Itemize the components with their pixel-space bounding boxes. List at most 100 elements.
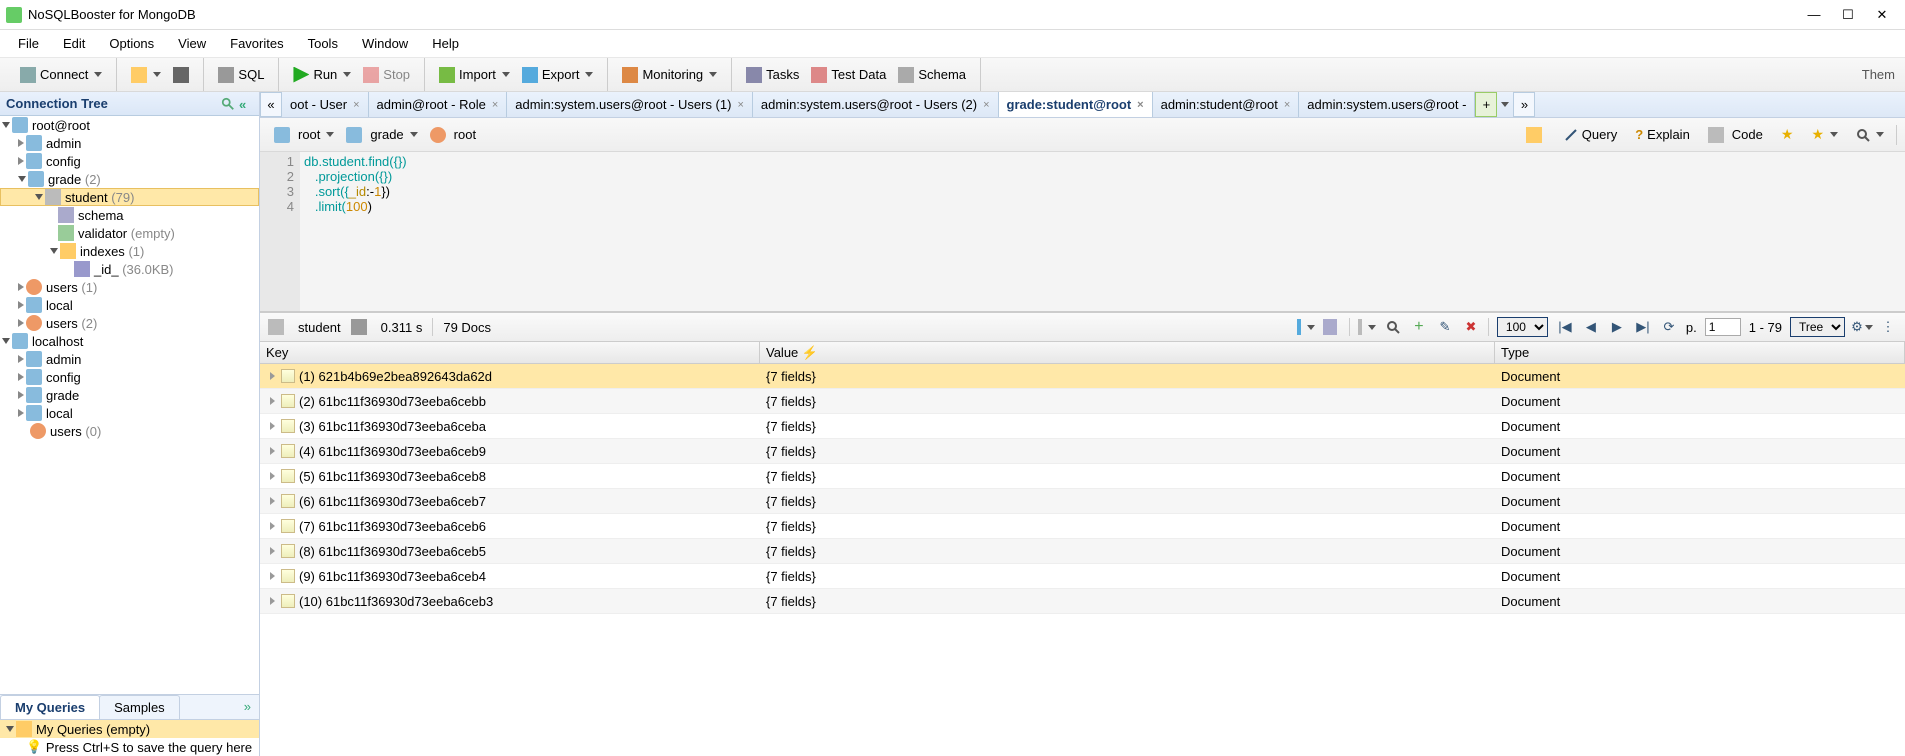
history-button[interactable] (1850, 125, 1890, 145)
filter-icon[interactable]: ⚡ (802, 345, 818, 360)
add-doc-button[interactable]: + (1410, 318, 1428, 336)
doc-tab[interactable]: admin:student@root× (1153, 92, 1300, 117)
tree-node-indexes[interactable]: indexes (1) (0, 242, 259, 260)
table-row[interactable]: (6) 61bc11f36930d73eeba6ceb7 {7 fields} … (260, 489, 1905, 514)
tree-node-localhost[interactable]: localhost (0, 332, 259, 350)
testdata-button[interactable]: Test Data (805, 64, 892, 86)
col-type[interactable]: Type (1495, 342, 1905, 363)
expand-icon[interactable] (270, 472, 275, 480)
sql-button[interactable]: SQL (212, 64, 270, 86)
stop-button[interactable]: Stop (357, 64, 416, 86)
tab-close-icon[interactable]: × (1284, 99, 1290, 111)
snippet-button[interactable] (1520, 124, 1552, 146)
expand-icon[interactable] (270, 522, 275, 530)
doc-tab[interactable]: admin:system.users@root - (1299, 92, 1475, 117)
expand-icon[interactable] (270, 547, 275, 555)
tab-samples[interactable]: Samples (99, 695, 180, 719)
col-key[interactable]: Key (260, 342, 760, 363)
expand-icon[interactable] (270, 447, 275, 455)
menu-help[interactable]: Help (420, 33, 471, 54)
mode-select[interactable]: Tree (1790, 317, 1845, 337)
code-button[interactable]: Code (1702, 124, 1769, 146)
delete-doc-button[interactable]: ✖ (1462, 318, 1480, 336)
tree-node-schema[interactable]: schema (0, 206, 259, 224)
expand-icon[interactable] (270, 572, 275, 580)
col-value[interactable]: Value ⚡ (760, 342, 1495, 363)
doc-tab[interactable]: admin@root - Role× (369, 92, 508, 117)
menu-tools[interactable]: Tools (296, 33, 350, 54)
tab-close-icon[interactable]: × (737, 99, 743, 111)
database-selector[interactable]: grade (340, 124, 423, 146)
close-button[interactable]: ✕ (1875, 8, 1889, 22)
tree-node-lh-admin[interactable]: admin (0, 350, 259, 368)
tree-node-config[interactable]: config (0, 152, 259, 170)
menu-options[interactable]: Options (97, 33, 166, 54)
more-button[interactable]: ⋮ (1879, 318, 1897, 336)
doc-tab[interactable]: admin:system.users@root - Users (2)× (753, 92, 999, 117)
tree-node-root-conn[interactable]: root@root (0, 116, 259, 134)
connection-selector[interactable]: root (268, 124, 340, 146)
schema-result-button[interactable] (1323, 318, 1341, 336)
expand-icon[interactable] (270, 597, 275, 605)
tree-node-student[interactable]: student (79) (0, 188, 259, 206)
menu-edit[interactable]: Edit (51, 33, 97, 54)
table-row[interactable]: (5) 61bc11f36930d73eeba6ceb8 {7 fields} … (260, 464, 1905, 489)
tab-close-icon[interactable]: × (492, 99, 498, 111)
gear-button[interactable]: ⚙ (1853, 318, 1871, 336)
inspect-button[interactable] (1384, 318, 1402, 336)
menu-file[interactable]: File (6, 33, 51, 54)
tree-node-lh-local[interactable]: local (0, 404, 259, 422)
page-input[interactable] (1705, 318, 1741, 336)
expand-icon[interactable] (270, 422, 275, 430)
export-result-button[interactable] (1297, 318, 1315, 336)
limit-select[interactable]: 100 (1497, 317, 1548, 337)
tab-close-icon[interactable]: × (983, 99, 989, 111)
nav-last-button[interactable]: ▶| (1634, 318, 1652, 336)
doc-tab[interactable]: oot - User× (282, 92, 369, 117)
tree-node-users1[interactable]: users (1) (0, 278, 259, 296)
expand-icon[interactable]: » (236, 695, 259, 719)
my-queries-folder[interactable]: My Queries (empty) (0, 720, 259, 738)
doc-tab[interactable]: admin:system.users@root - Users (1)× (507, 92, 753, 117)
table-row[interactable]: (1) 621b4b69e2bea892643da62d {7 fields} … (260, 364, 1905, 389)
schema-button[interactable]: Schema (892, 64, 972, 86)
tab-menu-caret[interactable] (1501, 102, 1509, 107)
tree-node-users2[interactable]: users (2) (0, 314, 259, 332)
minimize-button[interactable]: — (1807, 8, 1821, 22)
tree-node-validator[interactable]: validator (empty) (0, 224, 259, 242)
export-button[interactable]: Export (516, 64, 600, 86)
run-button[interactable]: Run (287, 64, 357, 86)
search-icon[interactable] (221, 97, 235, 111)
table-row[interactable]: (3) 61bc11f36930d73eeba6ceba {7 fields} … (260, 414, 1905, 439)
table-row[interactable]: (7) 61bc11f36930d73eeba6ceb6 {7 fields} … (260, 514, 1905, 539)
tree-node-admin[interactable]: admin (0, 134, 259, 152)
tree-node-id-index[interactable]: _id_ (36.0KB) (0, 260, 259, 278)
explain-button[interactable]: ?Explain (1629, 124, 1696, 145)
monitoring-button[interactable]: Monitoring (616, 64, 723, 86)
tree-node-local[interactable]: local (0, 296, 259, 314)
tree-node-lh-config[interactable]: config (0, 368, 259, 386)
save-button[interactable] (167, 64, 195, 86)
add-fav-button[interactable]: ★ (1775, 123, 1800, 146)
table-row[interactable]: (9) 61bc11f36930d73eeba6ceb4 {7 fields} … (260, 564, 1905, 589)
table-row[interactable]: (2) 61bc11f36930d73eeba6cebb {7 fields} … (260, 389, 1905, 414)
edit-doc-button[interactable]: ✎ (1436, 318, 1454, 336)
scroll-left-button[interactable]: « (260, 92, 282, 117)
menu-view[interactable]: View (166, 33, 218, 54)
fav-menu-button[interactable]: ★ (1805, 123, 1844, 146)
connect-button[interactable]: Connect (14, 64, 108, 86)
tab-my-queries[interactable]: My Queries (0, 695, 100, 719)
add-tab-button[interactable]: + (1475, 92, 1497, 117)
tree-node-lh-users[interactable]: users (0) (0, 422, 259, 440)
table-row[interactable]: (10) 61bc11f36930d73eeba6ceb3 {7 fields}… (260, 589, 1905, 614)
import-button[interactable]: Import (433, 64, 516, 86)
tab-close-icon[interactable]: × (353, 99, 359, 111)
tree-node-grade[interactable]: grade (2) (0, 170, 259, 188)
nav-prev-button[interactable]: ◀ (1582, 318, 1600, 336)
open-button[interactable] (125, 64, 167, 86)
scroll-right-button[interactable]: » (1513, 92, 1535, 117)
collapse-icon[interactable]: « (239, 97, 253, 111)
tab-close-icon[interactable]: × (1137, 99, 1143, 111)
query-button[interactable]: Query (1558, 124, 1623, 145)
maximize-button[interactable]: ☐ (1841, 8, 1855, 22)
